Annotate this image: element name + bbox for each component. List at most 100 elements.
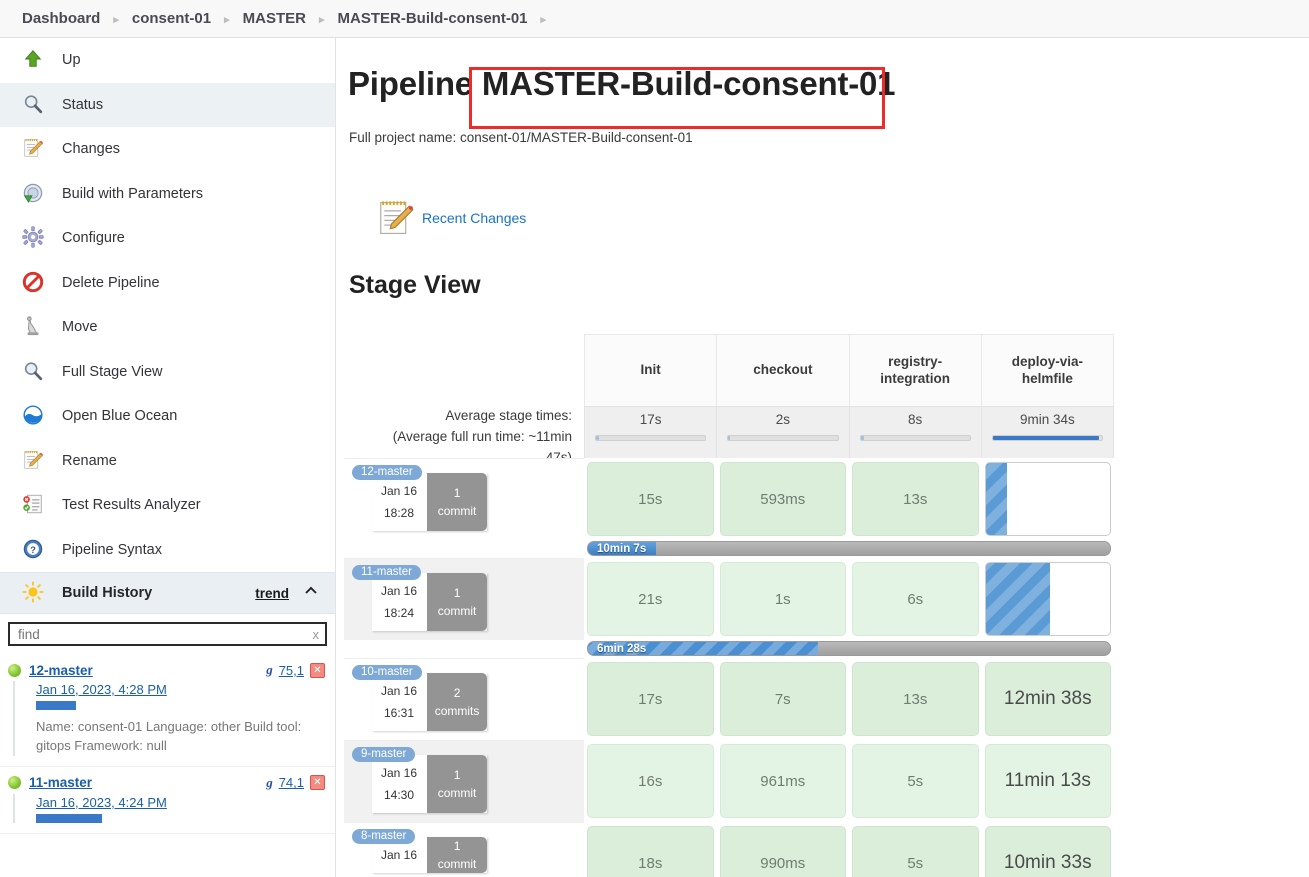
- stage-cell-success[interactable]: 17s: [587, 662, 714, 736]
- stage-cell-success[interactable]: 11min 13s: [984, 744, 1111, 818]
- stage-cell-success[interactable]: 18s: [587, 826, 714, 877]
- magnifier-icon: [22, 93, 46, 117]
- stage-header-registry-integration[interactable]: registry-integration: [848, 334, 981, 406]
- stage-build-row: 12-master Jan 16 18:28 1 commit 15s 593ms 13s: [344, 458, 1114, 540]
- stage-cell-running[interactable]: [984, 562, 1111, 636]
- run-progress-bar: 10min 7s: [587, 541, 1111, 556]
- chevron-up-icon[interactable]: [303, 583, 319, 603]
- build-date: Jan 16: [381, 766, 418, 780]
- average-stage-time-bar: [859, 435, 971, 441]
- stage-cell-success[interactable]: 7s: [719, 662, 846, 736]
- sidebar: Up Status Changes Build with Parameters Conf…: [0, 38, 336, 877]
- sidebar-item-full-stage-view[interactable]: Full Stage View: [0, 350, 335, 395]
- average-stage-times-row: Average stage times: (Average full run t…: [344, 406, 1114, 465]
- stage-build-label: 9-master Jan 16 14:30 1 commit: [344, 740, 584, 822]
- build-item-number[interactable]: 74,1: [279, 775, 304, 790]
- average-stage-time-value: 9min 34s: [1019, 412, 1075, 427]
- stage-build-rows: 12-master Jan 16 18:28 1 commit 15s 593ms 13s 10…: [344, 458, 1114, 877]
- delete-build-icon[interactable]: ✕: [310, 662, 325, 678]
- delete-build-icon[interactable]: ✕: [310, 775, 325, 791]
- stage-cell-success[interactable]: 961ms: [719, 744, 846, 818]
- stage-build-label: 11-master Jan 16 18:24 1 commit: [344, 558, 584, 640]
- build-tag[interactable]: 9-master: [352, 747, 416, 762]
- recent-changes-link[interactable]: Recent Changes: [422, 210, 526, 226]
- breadcrumb-item-1[interactable]: consent-01: [132, 10, 211, 27]
- stage-cell-success[interactable]: 16s: [587, 744, 714, 818]
- average-stage-times-label: Average stage times: (Average full run t…: [344, 406, 584, 465]
- sidebar-item-pipeline-syntax[interactable]: ? Pipeline Syntax: [0, 528, 335, 573]
- stage-cell-success[interactable]: 6s: [852, 562, 979, 636]
- stage-cell-success[interactable]: 15s: [587, 462, 714, 536]
- stage-cell-success[interactable]: 13s: [852, 462, 979, 536]
- search-input[interactable]: [16, 625, 313, 643]
- stage-cell-success[interactable]: 5s: [852, 744, 979, 818]
- build-item-number[interactable]: 75,1: [279, 663, 304, 678]
- sidebar-item-up[interactable]: Up: [0, 38, 335, 83]
- stage-cell-success[interactable]: 12min 38s: [984, 662, 1111, 736]
- breadcrumb-item-0[interactable]: Dashboard: [22, 10, 100, 27]
- stage-cell-success[interactable]: 5s: [852, 826, 979, 877]
- stage-run-progress-row: 6min 28s: [344, 640, 1114, 658]
- build-item-name[interactable]: 12-master: [29, 663, 93, 678]
- build-info-box[interactable]: Jan 16 18:28 1 commit: [372, 473, 488, 532]
- build-info-box[interactable]: Jan 16 18:24 1 commit: [372, 573, 488, 632]
- stage-cell-success[interactable]: 1s: [719, 562, 846, 636]
- notepad-pencil-icon: [376, 199, 414, 237]
- stage-view-title: Stage View: [349, 271, 481, 299]
- build-history-trend-link[interactable]: trend: [255, 586, 289, 601]
- build-commits-label: commit: [437, 786, 477, 801]
- average-stage-times-cells: 17s 2s 8s 9min 34s: [584, 406, 1114, 458]
- breadcrumb-item-2[interactable]: MASTER: [243, 10, 306, 27]
- sidebar-item-rename[interactable]: Rename: [0, 439, 335, 484]
- sidebar-item-move[interactable]: Move: [0, 305, 335, 350]
- build-tag[interactable]: 12-master: [352, 465, 422, 480]
- run-progress-label: 6min 28s: [597, 642, 647, 655]
- stage-cell-success[interactable]: 990ms: [719, 826, 846, 877]
- build-item-name[interactable]: 11-master: [29, 775, 92, 790]
- build-date: Jan 16: [381, 484, 418, 498]
- build-commits[interactable]: 1 commit: [427, 473, 488, 532]
- recent-changes-row[interactable]: Recent Changes: [376, 199, 1309, 237]
- build-tag[interactable]: 10-master: [352, 665, 422, 680]
- build-date: Jan 16: [381, 848, 418, 862]
- build-history-item[interactable]: 11-master g 74,1 ✕ Jan 16, 2023, 4:24 PM: [0, 767, 335, 834]
- build-item-date[interactable]: Jan 16, 2023, 4:24 PM: [36, 795, 167, 810]
- sidebar-item-changes[interactable]: Changes: [0, 127, 335, 172]
- sidebar-item-test-results-analyzer[interactable]: Test Results Analyzer: [0, 483, 335, 528]
- build-tag[interactable]: 11-master: [352, 565, 421, 580]
- breadcrumb-item-3[interactable]: MASTER-Build-consent-01: [338, 10, 528, 27]
- sidebar-item-label: Up: [62, 52, 81, 69]
- sidebar-item-label: Changes: [62, 141, 121, 158]
- sidebar-item-open-blue-ocean[interactable]: Open Blue Ocean: [0, 394, 335, 439]
- build-commits[interactable]: 1 commit: [427, 837, 488, 874]
- sidebar-item-build-with-parameters[interactable]: Build with Parameters: [0, 172, 335, 217]
- breadcrumb: Dashboard ▸ consent-01 ▸ MASTER ▸ MASTER-Build…: [0, 0, 1309, 38]
- build-commits[interactable]: 1 commit: [427, 755, 488, 814]
- sidebar-item-delete-pipeline[interactable]: Delete Pipeline: [0, 261, 335, 306]
- stage-header-spacer: [344, 334, 584, 406]
- build-tag[interactable]: 8-master: [352, 829, 416, 844]
- build-item-header: 12-master g 75,1 ✕: [8, 662, 325, 678]
- build-history-header[interactable]: Build History trend: [0, 572, 335, 614]
- stage-cell-success[interactable]: 21s: [587, 562, 714, 636]
- build-item-date[interactable]: Jan 16, 2023, 4:28 PM: [36, 682, 167, 697]
- build-history-find-box[interactable]: x: [8, 622, 327, 646]
- build-commits[interactable]: 2 commits: [427, 673, 488, 732]
- sidebar-item-configure[interactable]: Configure: [0, 216, 335, 261]
- stage-header-checkout[interactable]: checkout: [716, 334, 849, 406]
- clear-icon[interactable]: x: [313, 627, 320, 642]
- stage-cell-success[interactable]: 593ms: [719, 462, 846, 536]
- stage-cell-success[interactable]: 13s: [852, 662, 979, 736]
- build-info-box[interactable]: Jan 16 14:30 1 commit: [372, 755, 488, 814]
- sidebar-item-label: Pipeline Syntax: [62, 541, 162, 558]
- sidebar-item-label: Delete Pipeline: [62, 274, 160, 291]
- build-history-item[interactable]: 12-master g 75,1 ✕ Jan 16, 2023, 4:28 PM Name…: [0, 654, 335, 767]
- build-commits[interactable]: 1 commit: [427, 573, 488, 632]
- sidebar-item-label: Open Blue Ocean: [62, 408, 178, 425]
- stage-header-deploy-via-helmfile[interactable]: deploy-via-helmfile: [980, 334, 1114, 406]
- stage-header-init[interactable]: Init: [584, 334, 717, 406]
- sidebar-item-status[interactable]: Status: [0, 82, 335, 127]
- build-info-box[interactable]: Jan 16 16:31 2 commits: [372, 673, 488, 732]
- stage-cell-running[interactable]: [984, 462, 1111, 536]
- stage-cell-success[interactable]: 10min 33s: [984, 826, 1111, 877]
